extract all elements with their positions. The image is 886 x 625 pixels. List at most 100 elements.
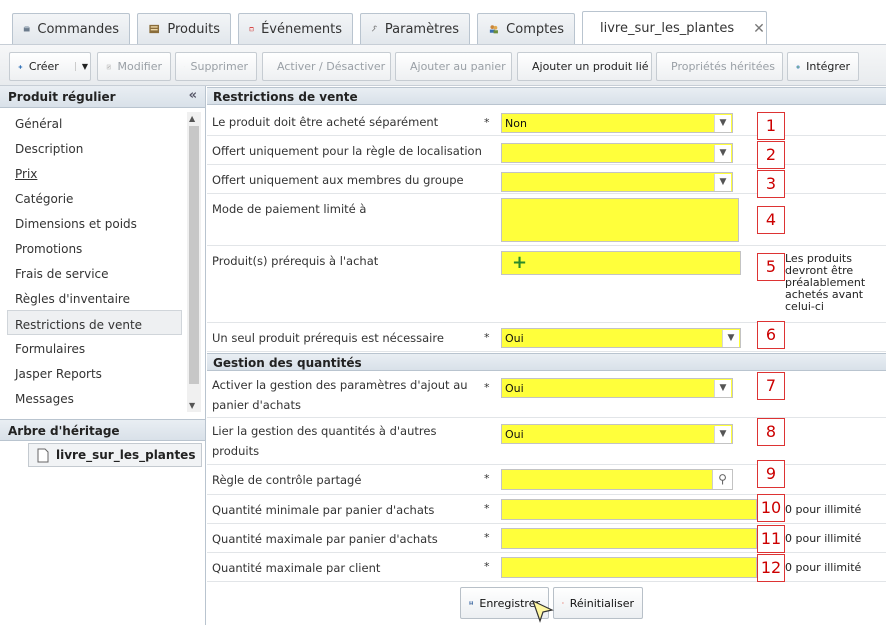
sidebar-item-label: Description — [15, 142, 84, 156]
sidebar-item-label: Général — [15, 117, 63, 131]
form-row: Le produit doit être acheté séparément * N… — [207, 106, 886, 140]
field-value: Oui — [505, 428, 524, 441]
field-value: Oui — [505, 382, 524, 395]
sidebar-item[interactable]: Catégorie — [0, 185, 186, 210]
annotation-number: 10 — [757, 494, 785, 522]
add-icon[interactable]: + — [512, 254, 527, 272]
form-row: Quantité maximale par client * 12 0 pour il… — [207, 553, 886, 582]
required-marker: * — [484, 560, 490, 573]
sidebar-item[interactable]: Promotions — [0, 235, 186, 260]
scrollbar[interactable]: ▲ ▼ — [187, 112, 201, 412]
panel-title: Produit régulier — [8, 90, 116, 104]
sidebar-item[interactable]: Règles d'inventaire — [0, 285, 186, 310]
section-quantity-management: Gestion des quantités — [207, 353, 886, 371]
lookup-icon[interactable]: ⚲ — [712, 470, 732, 489]
create-button[interactable]: Créer ▼ — [9, 52, 91, 81]
add-to-cart-button[interactable]: Ajouter au panier — [395, 52, 512, 81]
form-row: Quantité maximale par panier d'achats * 11… — [207, 524, 886, 553]
chevron-down-icon[interactable]: ▼ — [722, 330, 739, 347]
create-label: Créer — [28, 60, 59, 73]
tab-comptes[interactable]: Comptes — [477, 13, 575, 44]
tab-label: Produits — [167, 21, 220, 37]
annotation-number: 5 — [757, 253, 785, 281]
chevron-down-icon[interactable]: ▼ — [714, 174, 731, 191]
toggle-label: Activer / Désactiver — [277, 60, 386, 73]
toggle-button[interactable]: Activer / Désactiver — [262, 52, 391, 81]
scroll-down-icon[interactable]: ▼ — [189, 401, 195, 410]
form-panel: Restrictions de vente Gestion des quanti… — [207, 86, 886, 625]
wrench-icon — [371, 25, 377, 32]
sidebar-item[interactable]: Frais de service — [0, 260, 186, 285]
sidebar-item[interactable]: Restrictions de vente — [7, 310, 182, 335]
input-field[interactable] — [501, 499, 757, 520]
select-field[interactable]: ▼ — [501, 143, 733, 163]
field-label: Le produit doit être acheté séparément — [212, 115, 439, 129]
modify-button[interactable]: Modifier — [97, 52, 171, 81]
sidebar-item[interactable]: Prix — [0, 160, 186, 185]
field-value: Oui — [505, 332, 524, 345]
tab-bar: Commandes Produits 19 Événements Paramèt… — [0, 0, 886, 45]
chevron-down-icon[interactable]: ▼ — [714, 426, 731, 443]
input-field[interactable]: ⚲ — [501, 469, 733, 490]
integrate-label: Intégrer — [806, 60, 850, 73]
input-field[interactable] — [501, 557, 757, 578]
tab-commandes[interactable]: Commandes — [12, 13, 130, 44]
sidebar-item-label: Règles d'inventaire — [15, 292, 130, 306]
field-label: Offert uniquement pour la règle de local… — [212, 144, 482, 158]
section-nav: Général Description Prix Catégorie Dimension… — [0, 110, 186, 500]
select-field[interactable]: Oui ▼ — [501, 424, 733, 444]
input-field[interactable]: + — [501, 251, 741, 275]
document-icon — [37, 448, 49, 463]
select-field[interactable]: Non ▼ — [501, 113, 733, 133]
globe-icon — [796, 64, 800, 69]
sidebar-item[interactable]: Messages — [0, 385, 186, 410]
select-field[interactable]: Oui ▼ — [501, 328, 741, 348]
select-field[interactable]: ▼ — [501, 172, 733, 192]
sidebar-item[interactable]: Jasper Reports — [0, 360, 186, 385]
required-marker: * — [484, 116, 490, 129]
red-x-icon — [562, 602, 564, 604]
annotation-number: 6 — [757, 321, 785, 349]
select-field[interactable]: Oui ▼ — [501, 378, 733, 398]
field-label: Mode de paiement limité à — [212, 202, 367, 216]
add-to-cart-label: Ajouter au panier — [410, 60, 506, 73]
inherited-properties-button[interactable]: Propriétés héritées — [656, 52, 783, 81]
tab-parametres[interactable]: Paramètres — [360, 13, 470, 44]
field-label: Un seul produit prérequis est nécessaire — [212, 331, 444, 345]
chevron-down-icon[interactable]: ▼ — [714, 145, 731, 162]
chevron-down-icon[interactable]: ▼ — [714, 380, 731, 397]
integrate-button[interactable]: Intégrer — [787, 52, 859, 81]
annotation-number: 12 — [757, 554, 785, 582]
add-related-product-button[interactable]: Ajouter un produit lié — [517, 52, 652, 81]
sidebar-item[interactable]: Dimensions et poids — [0, 210, 186, 235]
tree-node[interactable]: livre_sur_les_plantes — [28, 443, 203, 467]
collapse-icon[interactable]: « — [189, 88, 197, 103]
scroll-up-icon[interactable]: ▲ — [189, 114, 195, 123]
annotation-number: 7 — [757, 372, 785, 400]
sidebar-item[interactable]: Description — [0, 135, 186, 160]
chevron-down-icon[interactable]: ▼ — [714, 115, 731, 132]
field-hint: 0 pour illimité — [785, 532, 862, 545]
annotation-number: 11 — [757, 525, 785, 553]
tree-node-label: livre_sur_les_plantes — [56, 448, 196, 462]
tab-label: Événements — [261, 21, 342, 37]
input-field[interactable] — [501, 198, 739, 242]
tab-label: livre_sur_les_plantes — [600, 21, 735, 36]
close-icon[interactable]: ✕ — [753, 21, 765, 37]
scrollbar-thumb[interactable] — [189, 126, 199, 384]
field-label: Activer la gestion des paramètres d'ajou… — [212, 378, 468, 412]
tab-produits[interactable]: Produits — [137, 13, 231, 44]
sidebar-item[interactable]: Formulaires — [0, 335, 186, 360]
sidebar-item[interactable]: Général — [0, 110, 186, 135]
delete-button[interactable]: Supprimer — [175, 52, 257, 81]
tab-livre-sur-les-plantes[interactable]: livre_sur_les_plantes ✕ — [582, 11, 767, 45]
input-field[interactable] — [501, 528, 757, 549]
chevron-down-icon[interactable]: ▼ — [74, 62, 88, 71]
form-row: Offert uniquement pour la règle de local… — [207, 136, 886, 169]
field-label: Lier la gestion des quantités à d'autres… — [212, 424, 437, 458]
required-marker: * — [484, 502, 490, 515]
reset-button[interactable]: Réinitialiser — [553, 587, 643, 619]
products-icon — [149, 24, 160, 34]
tab-evenements[interactable]: 19 Événements — [238, 13, 353, 44]
form-row: Offert uniquement aux membres du groupe ▼… — [207, 165, 886, 198]
